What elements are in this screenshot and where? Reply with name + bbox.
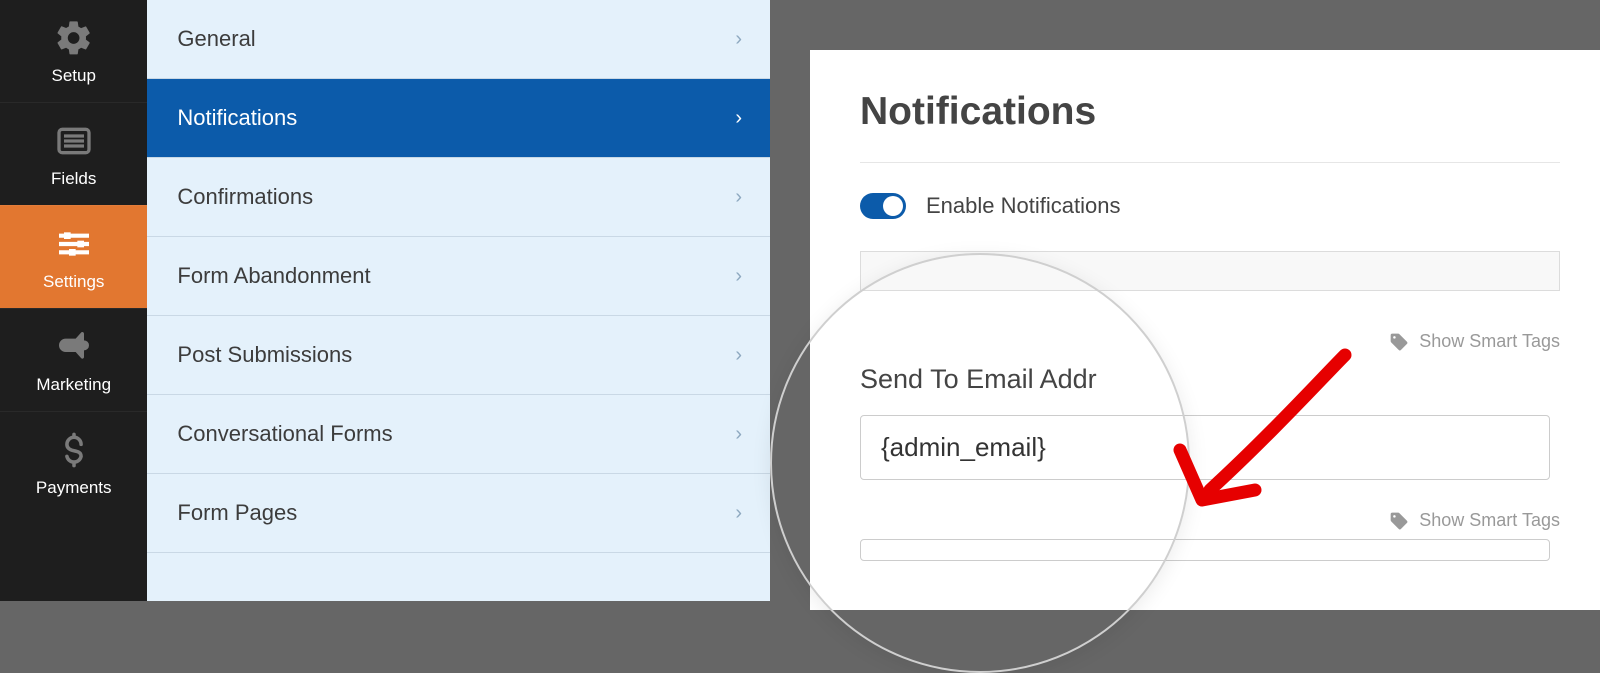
setting-label: Conversational Forms bbox=[177, 421, 392, 447]
divider bbox=[860, 162, 1560, 163]
setting-label: Post Submissions bbox=[177, 342, 352, 368]
chevron-right-icon: › bbox=[735, 107, 742, 130]
chevron-right-icon: › bbox=[735, 28, 742, 51]
sliders-icon bbox=[52, 222, 96, 266]
tag-icon bbox=[1389, 332, 1409, 352]
nav-item-settings[interactable]: Settings bbox=[0, 205, 147, 308]
nav-label-marketing: Marketing bbox=[36, 375, 111, 395]
send-to-email-input[interactable] bbox=[860, 415, 1550, 480]
next-input[interactable] bbox=[860, 539, 1550, 561]
nav-item-payments[interactable]: Payments bbox=[0, 411, 147, 514]
setting-item-notifications[interactable]: Notifications › bbox=[147, 79, 770, 158]
setting-item-confirmations[interactable]: Confirmations › bbox=[147, 158, 770, 237]
setting-item-form-abandonment[interactable]: Form Abandonment › bbox=[147, 237, 770, 316]
notification-panel-header[interactable] bbox=[860, 251, 1560, 291]
gear-icon bbox=[52, 16, 96, 60]
nav-label-fields: Fields bbox=[51, 169, 96, 189]
setting-label: Confirmations bbox=[177, 184, 313, 210]
dollar-icon bbox=[52, 428, 96, 472]
smart-tags-label: Show Smart Tags bbox=[1419, 331, 1560, 352]
nav-label-payments: Payments bbox=[36, 478, 112, 498]
setting-item-form-pages[interactable]: Form Pages › bbox=[147, 474, 770, 553]
chevron-right-icon: › bbox=[735, 265, 742, 288]
setting-item-general[interactable]: General › bbox=[147, 0, 770, 79]
smart-tags-label-2: Show Smart Tags bbox=[1419, 510, 1560, 531]
setting-label: Notifications bbox=[177, 105, 297, 131]
enable-notifications-row: Enable Notifications bbox=[860, 193, 1560, 219]
chevron-right-icon: › bbox=[735, 344, 742, 367]
smart-tags-link[interactable]: Show Smart Tags bbox=[860, 331, 1560, 352]
tag-icon bbox=[1389, 511, 1409, 531]
enable-notifications-toggle[interactable] bbox=[860, 193, 906, 219]
smart-tags-link-2[interactable]: Show Smart Tags bbox=[860, 510, 1560, 531]
nav-label-settings: Settings bbox=[43, 272, 104, 292]
page-title: Notifications bbox=[860, 90, 1560, 134]
setting-label: Form Abandonment bbox=[177, 263, 370, 289]
chevron-right-icon: › bbox=[735, 186, 742, 209]
toggle-knob bbox=[883, 196, 903, 216]
settings-panel: General › Notifications › Confirmations … bbox=[147, 0, 770, 601]
nav-label-setup: Setup bbox=[51, 66, 95, 86]
chevron-right-icon: › bbox=[735, 502, 742, 525]
setting-label: Form Pages bbox=[177, 500, 297, 526]
enable-notifications-label: Enable Notifications bbox=[926, 193, 1120, 219]
list-icon bbox=[52, 119, 96, 163]
nav-item-marketing[interactable]: Marketing bbox=[0, 308, 147, 411]
main-area: Notifications Enable Notifications Show … bbox=[770, 0, 1600, 601]
bullhorn-icon bbox=[52, 325, 96, 369]
setting-item-post-submissions[interactable]: Post Submissions › bbox=[147, 316, 770, 395]
setting-item-conversational-forms[interactable]: Conversational Forms › bbox=[147, 395, 770, 474]
content-card: Notifications Enable Notifications Show … bbox=[810, 50, 1600, 610]
send-to-email-label: Send To Email Addr bbox=[860, 364, 1560, 395]
chevron-right-icon: › bbox=[735, 423, 742, 446]
setting-label: General bbox=[177, 26, 255, 52]
nav-item-fields[interactable]: Fields bbox=[0, 102, 147, 205]
nav-sidebar: Setup Fields Settings Marketing Payments bbox=[0, 0, 147, 601]
nav-item-setup[interactable]: Setup bbox=[0, 0, 147, 102]
